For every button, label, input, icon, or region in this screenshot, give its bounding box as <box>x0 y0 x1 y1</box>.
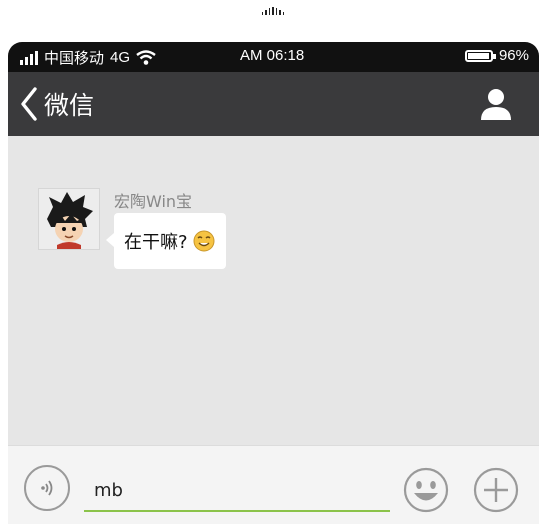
cartoon-boy-avatar-icon <box>47 192 93 249</box>
avatar[interactable] <box>38 188 100 250</box>
status-bar: 中国移动 4G AM 06:18 96% <box>8 42 539 72</box>
voice-wave-icon <box>41 480 53 496</box>
cell-signal-icon <box>20 50 38 65</box>
back-button[interactable]: 微信 <box>20 86 94 122</box>
wifi-icon <box>136 49 156 65</box>
signal-indicator-icon <box>262 7 284 15</box>
message-bubble[interactable]: 在干嘛? <box>106 213 226 269</box>
message-input[interactable] <box>84 472 390 508</box>
emoji-icon[interactable] <box>402 466 450 514</box>
network-label: 4G <box>110 49 131 66</box>
input-bar <box>8 445 539 524</box>
plus-icon[interactable] <box>472 466 520 514</box>
battery-percent: 96% <box>498 47 529 64</box>
phone-screen: 中国移动 4G AM 06:18 96% 微信 宏陶Win宝 在干嘛? mb <box>8 42 539 524</box>
message-input-field[interactable] <box>84 472 390 512</box>
smiling-face-icon <box>193 230 215 252</box>
page-title: 微信 <box>44 91 95 120</box>
nav-bar: 微信 <box>8 72 539 136</box>
person-icon[interactable] <box>479 87 513 121</box>
sender-name: 宏陶Win宝 <box>114 192 193 211</box>
battery-level <box>467 52 490 59</box>
message-text: 在干嘛? <box>124 232 188 253</box>
carrier-label: 中国移动 <box>44 50 105 67</box>
voice-button[interactable] <box>24 465 70 511</box>
chevron-left-icon <box>21 87 37 121</box>
chat-area: 宏陶Win宝 在干嘛? <box>8 136 539 445</box>
clock-label: AM 06:18 <box>240 47 305 64</box>
battery-icon <box>464 49 496 62</box>
